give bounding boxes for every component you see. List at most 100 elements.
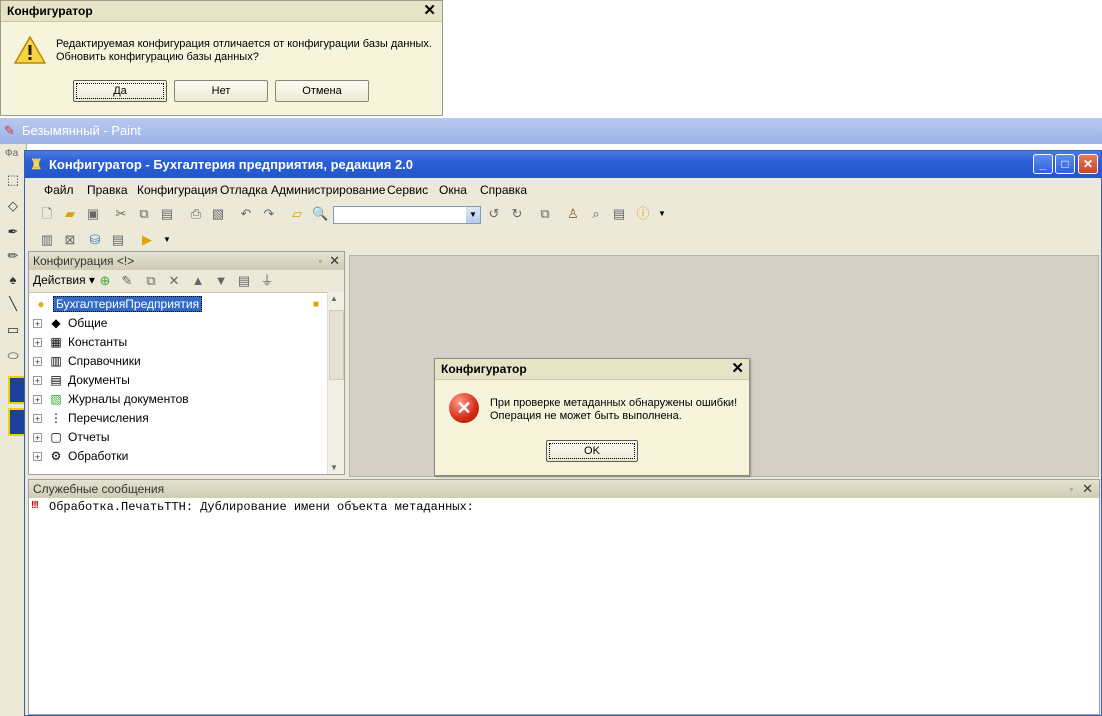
paint-app-icon: ✎ <box>4 123 15 138</box>
open-icon[interactable]: ▰ <box>62 206 78 222</box>
warning-icon <box>14 35 46 64</box>
scroll-thumb[interactable] <box>329 310 344 380</box>
database-icon[interactable]: ⛁ <box>87 232 103 248</box>
enums-icon: ⋮ <box>50 411 62 426</box>
tree-item[interactable]: + ▦ Константы <box>33 333 127 352</box>
ellipse-tool-icon[interactable]: ⬭ <box>5 348 21 364</box>
info-icon[interactable]: ⓘ <box>635 206 651 222</box>
eraser-tool-icon[interactable]: ◇ <box>5 198 21 214</box>
copy-icon[interactable]: ⧉ <box>136 206 152 222</box>
tree-item[interactable]: + ▤ Документы <box>33 371 130 390</box>
tree-item[interactable]: + ◆ Общие <box>33 314 107 333</box>
menu-help[interactable]: Справка <box>480 182 527 198</box>
add-icon[interactable]: ⊕ <box>97 273 113 289</box>
run-debug-icon[interactable]: ▶ <box>139 232 155 248</box>
compare-icon[interactable]: ⊠ <box>62 232 78 248</box>
pin-icon[interactable]: ◦ <box>319 252 322 270</box>
undo-icon[interactable]: ↶ <box>238 206 254 222</box>
actions-menu[interactable]: Действия ▾ <box>33 273 95 287</box>
find-icon[interactable]: ▱ <box>289 206 305 222</box>
menu-bar: Файл Правка Конфигурация Отладка Админис… <box>25 179 1101 201</box>
expand-icon[interactable]: + <box>33 433 42 443</box>
panel-toolbar: Действия ▾ ⊕ ✎ ⧉ ✕ ▲ ▼ ▤ ⏚ <box>29 270 344 293</box>
menu-administration[interactable]: Администрирование <box>271 182 385 198</box>
menu-debug[interactable]: Отладка <box>220 182 267 198</box>
cancel-button[interactable]: Отмена <box>275 80 369 102</box>
tree-root[interactable]: ● БухгалтерияПредприятия <box>33 295 203 314</box>
expand-icon[interactable]: + <box>33 338 42 348</box>
minimize-icon[interactable]: _ <box>1033 154 1053 174</box>
pin-icon[interactable]: ◦ <box>1070 480 1073 498</box>
menu-file[interactable]: Файл <box>44 182 74 198</box>
edit-icon[interactable]: ✎ <box>119 273 135 289</box>
move-up-icon[interactable]: ▲ <box>190 273 206 289</box>
paint-title-bar: ✎ Безымянный - Paint <box>0 118 1102 144</box>
print-icon[interactable]: ⎙ <box>188 206 204 222</box>
brush-tool-icon[interactable]: ♠ <box>5 272 21 288</box>
menu-service[interactable]: Сервис <box>387 182 428 198</box>
ok-button[interactable]: OK <box>546 440 638 462</box>
tree-item[interactable]: + ▢ Отчеты <box>33 428 109 447</box>
paste-icon[interactable]: ▤ <box>159 206 175 222</box>
close-icon[interactable]: ✕ <box>1078 154 1098 174</box>
chevron-down-icon[interactable]: ▼ <box>466 207 480 223</box>
expand-icon[interactable]: + <box>33 357 42 367</box>
scroll-down-icon[interactable]: ▼ <box>330 463 338 472</box>
scroll-up-icon[interactable]: ▲ <box>330 294 338 303</box>
close-icon[interactable]: ✕ <box>423 2 436 20</box>
expand-icon[interactable]: + <box>33 319 42 329</box>
cut-icon[interactable]: ✂ <box>113 206 129 222</box>
yes-button[interactable]: Да <box>73 80 167 102</box>
message-line[interactable]: Обработка.ПечатьТТН: Дублирование имени … <box>49 500 474 514</box>
tree-item[interactable]: + ⋮ Перечисления <box>33 409 149 428</box>
expand-icon[interactable]: + <box>33 452 42 462</box>
close-icon[interactable]: ✕ <box>329 252 340 270</box>
secondary-toolbar: ▥ ⊠ ⛁ ▤ ▶ ▼ <box>25 227 1101 253</box>
menu-edit[interactable]: Правка <box>87 182 128 198</box>
tree-scrollbar[interactable]: ▲ ▼ <box>327 292 344 474</box>
db-config-icon[interactable]: ▥ <box>39 232 55 248</box>
chevron-down-icon[interactable]: ▼ <box>159 232 175 248</box>
window-title: Конфигуратор - Бухгалтерия предприятия, … <box>49 157 414 172</box>
table-icon[interactable]: ▤ <box>110 232 126 248</box>
search-icon[interactable]: 🔍 <box>312 206 328 222</box>
expand-icon[interactable]: + <box>33 414 42 424</box>
delete-icon[interactable]: ✕ <box>166 273 182 289</box>
windows-icon[interactable]: ⧉ <box>537 206 553 222</box>
tree-item[interactable]: + ▧ Журналы документов <box>33 390 189 409</box>
chevron-down-icon[interactable]: ▼ <box>654 206 670 222</box>
redo-icon[interactable]: ↷ <box>261 206 277 222</box>
line-tool-icon[interactable]: ╲ <box>5 296 21 312</box>
search-combo[interactable]: ▼ <box>333 206 481 224</box>
assistant-icon[interactable]: ♙ <box>565 206 581 222</box>
menu-configuration[interactable]: Конфигурация <box>137 182 218 198</box>
new-icon[interactable]: 🗋 <box>39 206 55 222</box>
close-icon[interactable]: ✕ <box>731 360 744 378</box>
expand-icon[interactable]: + <box>33 376 42 386</box>
update-config-dialog: Конфигуратор ✕ Редактируемая конфигураци… <box>0 0 443 116</box>
maximize-icon[interactable]: □ <box>1055 154 1075 174</box>
expand-icon[interactable]: + <box>33 395 42 405</box>
tree-item[interactable]: + ⚙ Обработки <box>33 447 128 466</box>
save-icon[interactable]: ▣ <box>85 206 101 222</box>
no-button[interactable]: Нет <box>174 80 268 102</box>
dialog-message: При проверке метаданных обнаружены ошибк… <box>490 397 738 422</box>
search-prev-icon[interactable]: ↺ <box>486 206 502 222</box>
pencil-tool-icon[interactable]: ✏ <box>5 248 21 264</box>
search-next-icon[interactable]: ↻ <box>509 206 525 222</box>
sort-icon[interactable]: ▤ <box>236 273 252 289</box>
menu-windows[interactable]: Окна <box>439 182 467 198</box>
error-icon: ✕ <box>449 393 479 423</box>
paint-menu-fragment[interactable]: Фа <box>5 148 18 159</box>
preview-icon[interactable]: ▧ <box>210 206 226 222</box>
rect-tool-icon[interactable]: ▭ <box>5 322 21 338</box>
filter-icon[interactable]: ⏚ <box>259 273 275 289</box>
move-down-icon[interactable]: ▼ <box>213 273 229 289</box>
help-search-icon[interactable]: ⌕ <box>588 206 604 222</box>
tree-item[interactable]: + ▥ Справочники <box>33 352 141 371</box>
select-tool-icon[interactable]: ⬚ <box>5 172 21 188</box>
copy-icon[interactable]: ⧉ <box>143 273 159 289</box>
picker-tool-icon[interactable]: ✒ <box>5 224 21 240</box>
help-book-icon[interactable]: ▤ <box>611 206 627 222</box>
close-icon[interactable]: ✕ <box>1082 480 1093 498</box>
